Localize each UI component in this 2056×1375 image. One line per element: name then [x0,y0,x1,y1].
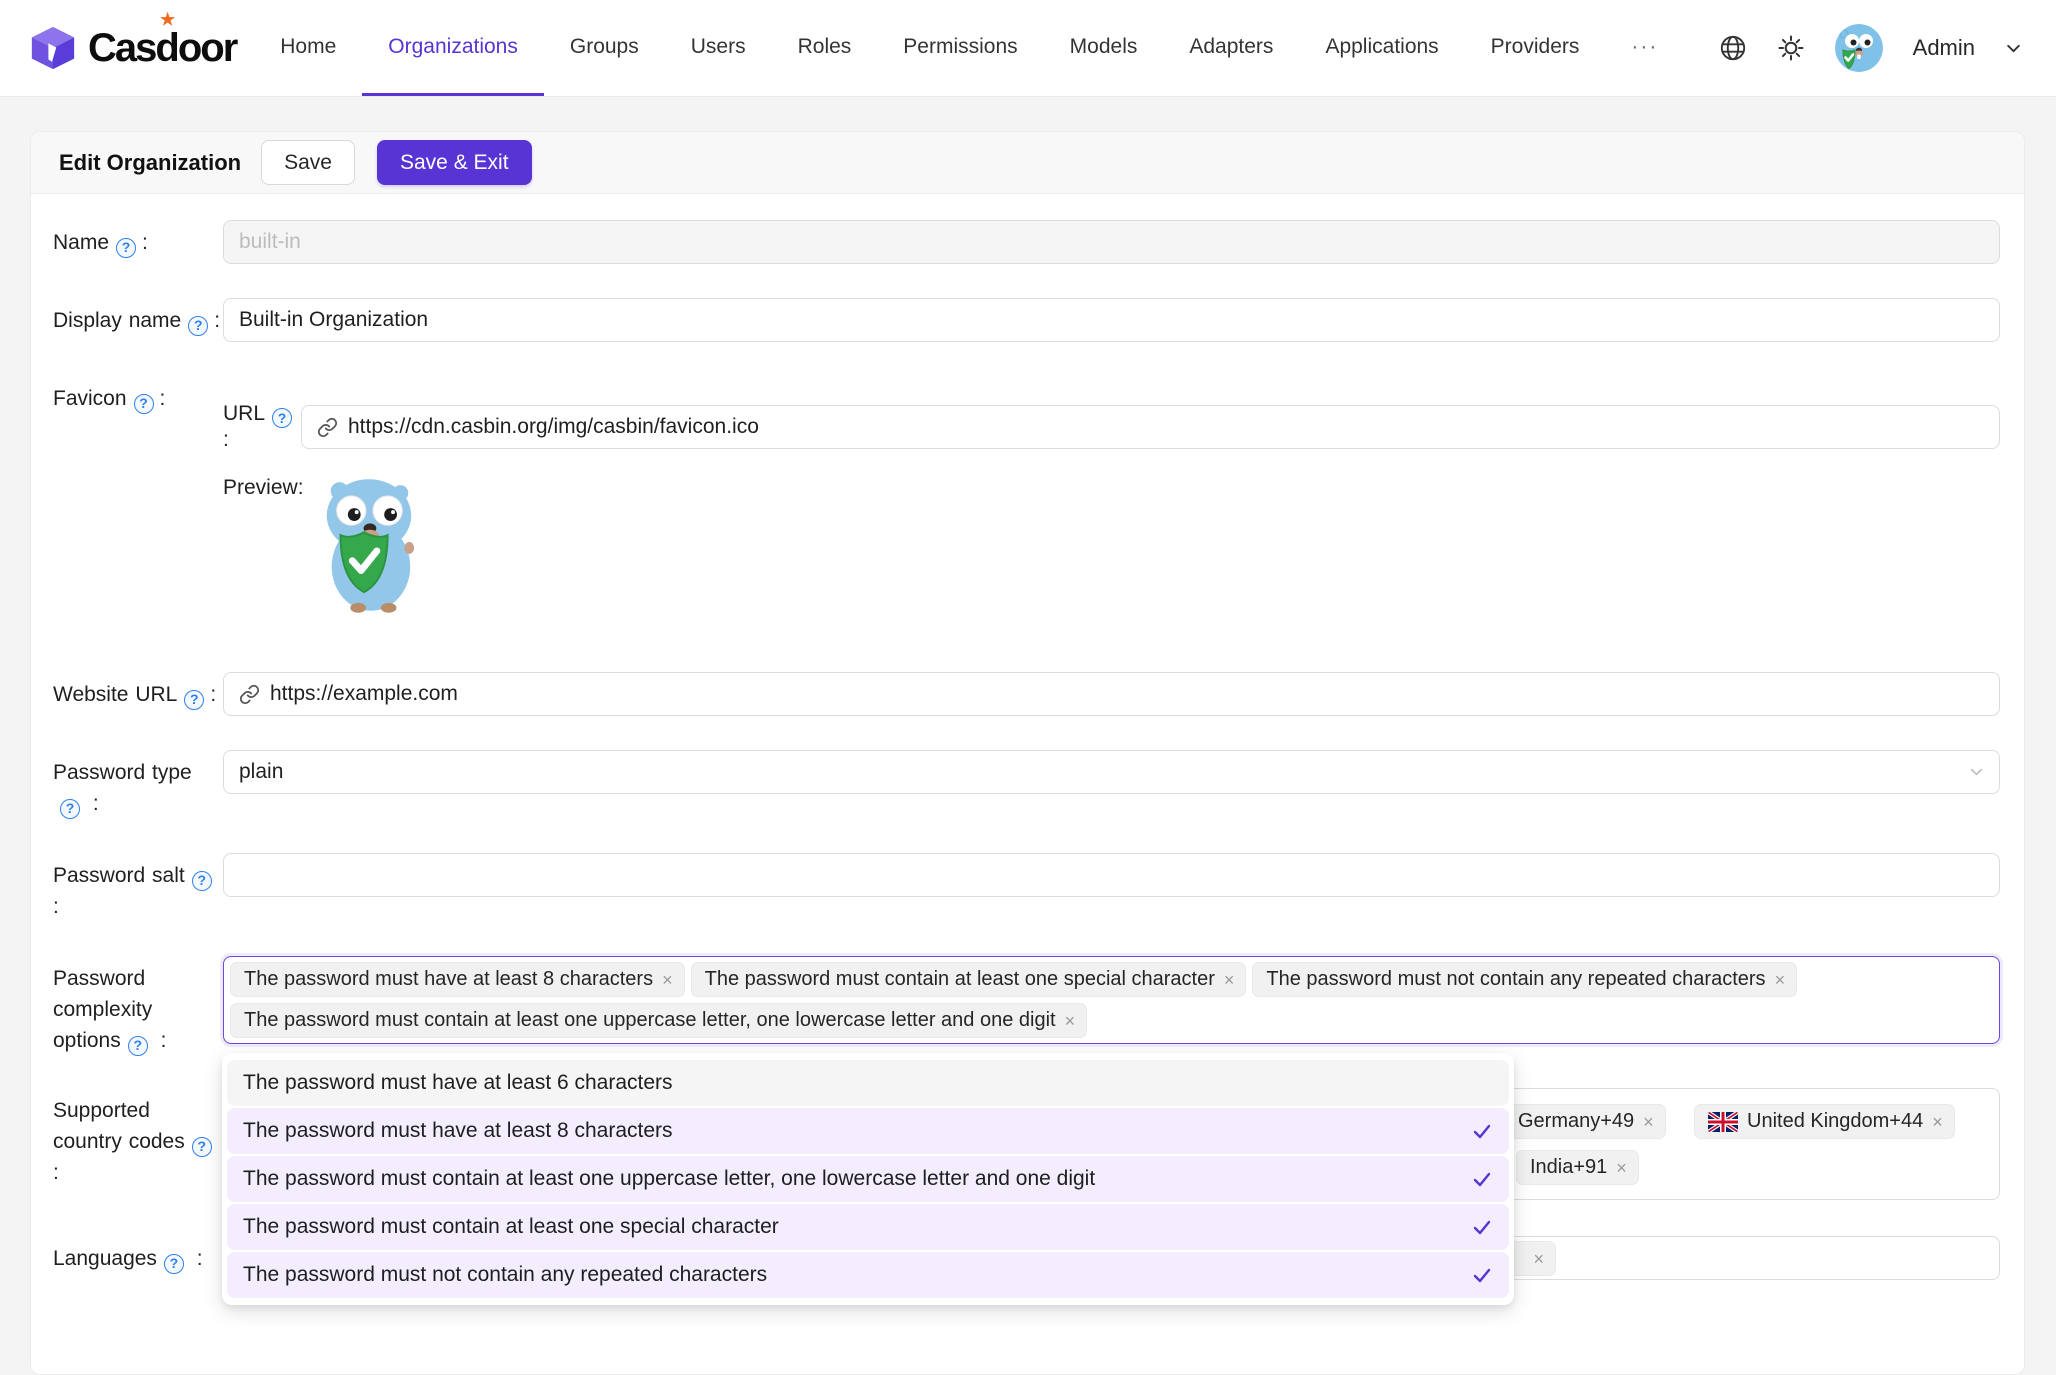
nav-item-overflow[interactable]: ··· [1605,0,1684,96]
top-navbar: Casd ★ oor Home Organizations Groups Users… [0,0,2056,97]
question-circle-icon[interactable]: ? [188,315,209,336]
brand-name: Casd ★ oor [88,9,238,70]
complexity-tag: The password must contain at least one u… [230,1003,1088,1038]
password-type-label: Password type [53,761,192,784]
row-password-type: Password type? : plain [53,750,2000,819]
favicon-url-label: URL [223,402,266,425]
dropdown-option[interactable]: The password must have at least 6 charac… [227,1060,1509,1106]
row-website-url: Website URL?: [53,672,2000,716]
link-icon [317,417,338,438]
save-button[interactable]: Save [261,139,355,186]
tag-close-icon[interactable]: × [1775,971,1786,989]
uk-flag-icon [1708,1111,1738,1132]
complexity-tag: The password must not contain any repeat… [1252,962,1798,997]
tag-close-icon[interactable]: × [1616,1159,1627,1177]
tag-close-icon[interactable]: × [1932,1113,1943,1131]
password-complexity-multiselect[interactable]: The password must have at least 8 charac… [222,956,2000,1305]
tag-close-icon[interactable]: × [1533,1250,1544,1268]
question-circle-icon[interactable]: ? [60,798,80,819]
question-circle-icon[interactable]: ? [191,870,212,891]
question-circle-icon[interactable]: ? [191,1136,212,1157]
website-url-label: Website URL [53,683,178,706]
card-body: Name?: Display name?: Favicon?: [31,194,2024,1374]
nav-item-users[interactable]: Users [665,0,772,96]
nav-item-models[interactable]: Models [1044,0,1164,96]
nav-item-applications[interactable]: Applications [1299,0,1464,96]
nav-item-home[interactable]: Home [254,0,362,96]
complexity-tag: The password must contain at least one s… [690,962,1247,997]
check-icon [1471,1120,1493,1142]
name-label: Name [53,231,110,254]
tag-close-icon[interactable]: × [662,971,673,989]
row-name: Name?: [53,220,2000,264]
select-chevron-down-icon [1969,765,1984,780]
tag-close-icon[interactable]: × [1643,1113,1654,1131]
question-circle-icon[interactable]: ? [116,237,137,258]
row-password-complexity: Password complexity options? : The passw… [53,956,2000,1305]
password-salt-label: Password salt [53,864,185,887]
row-display-name: Display name?: [53,298,2000,342]
link-icon [239,684,260,705]
dropdown-option[interactable]: The password must not contain any repeat… [227,1252,1509,1298]
nav-item-groups[interactable]: Groups [544,0,665,96]
website-url-input[interactable] [270,682,1984,706]
password-type-value: plain [239,760,284,783]
casdoor-logo[interactable]: Casd ★ oor [30,0,238,96]
navbar-right: Admin [1719,0,2022,96]
password-type-select[interactable]: plain [223,750,2000,794]
question-circle-icon[interactable]: ? [127,1035,148,1056]
card-header: Edit Organization Save Save & Exit [31,132,2024,194]
dropdown-option[interactable]: The password must contain at least one s… [227,1204,1509,1250]
favicon-label: Favicon [53,387,127,410]
name-input[interactable] [239,230,1984,254]
tag-close-icon[interactable]: × [1065,1012,1076,1030]
language-globe-icon[interactable] [1719,34,1747,62]
country-tag-united-kingdom: United Kingdom+44 × [1694,1104,1955,1139]
country-tag-germany: Germany+49 × [1504,1104,1666,1139]
theme-sun-icon[interactable] [1777,34,1805,62]
nav-item-roles[interactable]: Roles [772,0,878,96]
question-circle-icon[interactable]: ? [272,408,293,428]
nav-item-permissions[interactable]: Permissions [877,0,1043,96]
main-menu: Home Organizations Groups Users Roles Pe… [254,0,1684,96]
question-circle-icon[interactable]: ? [133,393,154,414]
display-name-input[interactable] [239,308,1984,332]
nav-item-adapters[interactable]: Adapters [1163,0,1299,96]
row-password-salt: Password salt?: [53,853,2000,922]
save-and-exit-button[interactable]: Save & Exit [377,139,532,186]
row-favicon: Favicon?: URL?: https://cdn.casbin.org/i… [53,376,2000,642]
favicon-url-input[interactable] [348,415,1984,439]
page-content: Edit Organization Save Save & Exit Name?… [0,97,2056,1375]
question-circle-icon[interactable]: ? [184,689,205,710]
question-circle-icon[interactable]: ? [163,1253,184,1274]
check-icon [1471,1216,1493,1238]
favicon-preview-gopher-image [314,476,422,614]
country-tag-india: India+91 × [1516,1150,1639,1185]
user-avatar-gopher[interactable] [1834,24,1883,72]
tag-close-icon[interactable]: × [1224,971,1235,989]
casdoor-cube-icon [30,25,76,71]
password-complexity-dropdown: The password must have at least 6 charac… [222,1053,1514,1305]
password-salt-input[interactable] [239,863,1984,887]
dropdown-option[interactable]: The password must have at least 8 charac… [227,1108,1509,1154]
check-icon [1471,1168,1493,1190]
country-codes-label: Supported country codes [53,1099,185,1153]
display-name-label: Display name [53,309,182,332]
nav-item-providers[interactable]: Providers [1465,0,1606,96]
edit-organization-card: Edit Organization Save Save & Exit Name?… [30,131,2025,1375]
dropdown-option[interactable]: The password must contain at least one u… [227,1156,1509,1202]
languages-label: Languages [53,1247,157,1270]
page-title: Edit Organization [59,149,242,175]
star-icon: ★ [159,9,175,29]
nav-item-organizations[interactable]: Organizations [362,0,544,96]
check-icon [1471,1264,1493,1286]
complexity-tag: The password must have at least 8 charac… [230,962,685,997]
user-name[interactable]: Admin [1913,35,1975,61]
favicon-preview-label: Preview: [223,476,304,499]
chevron-down-icon[interactable] [2005,40,2022,57]
